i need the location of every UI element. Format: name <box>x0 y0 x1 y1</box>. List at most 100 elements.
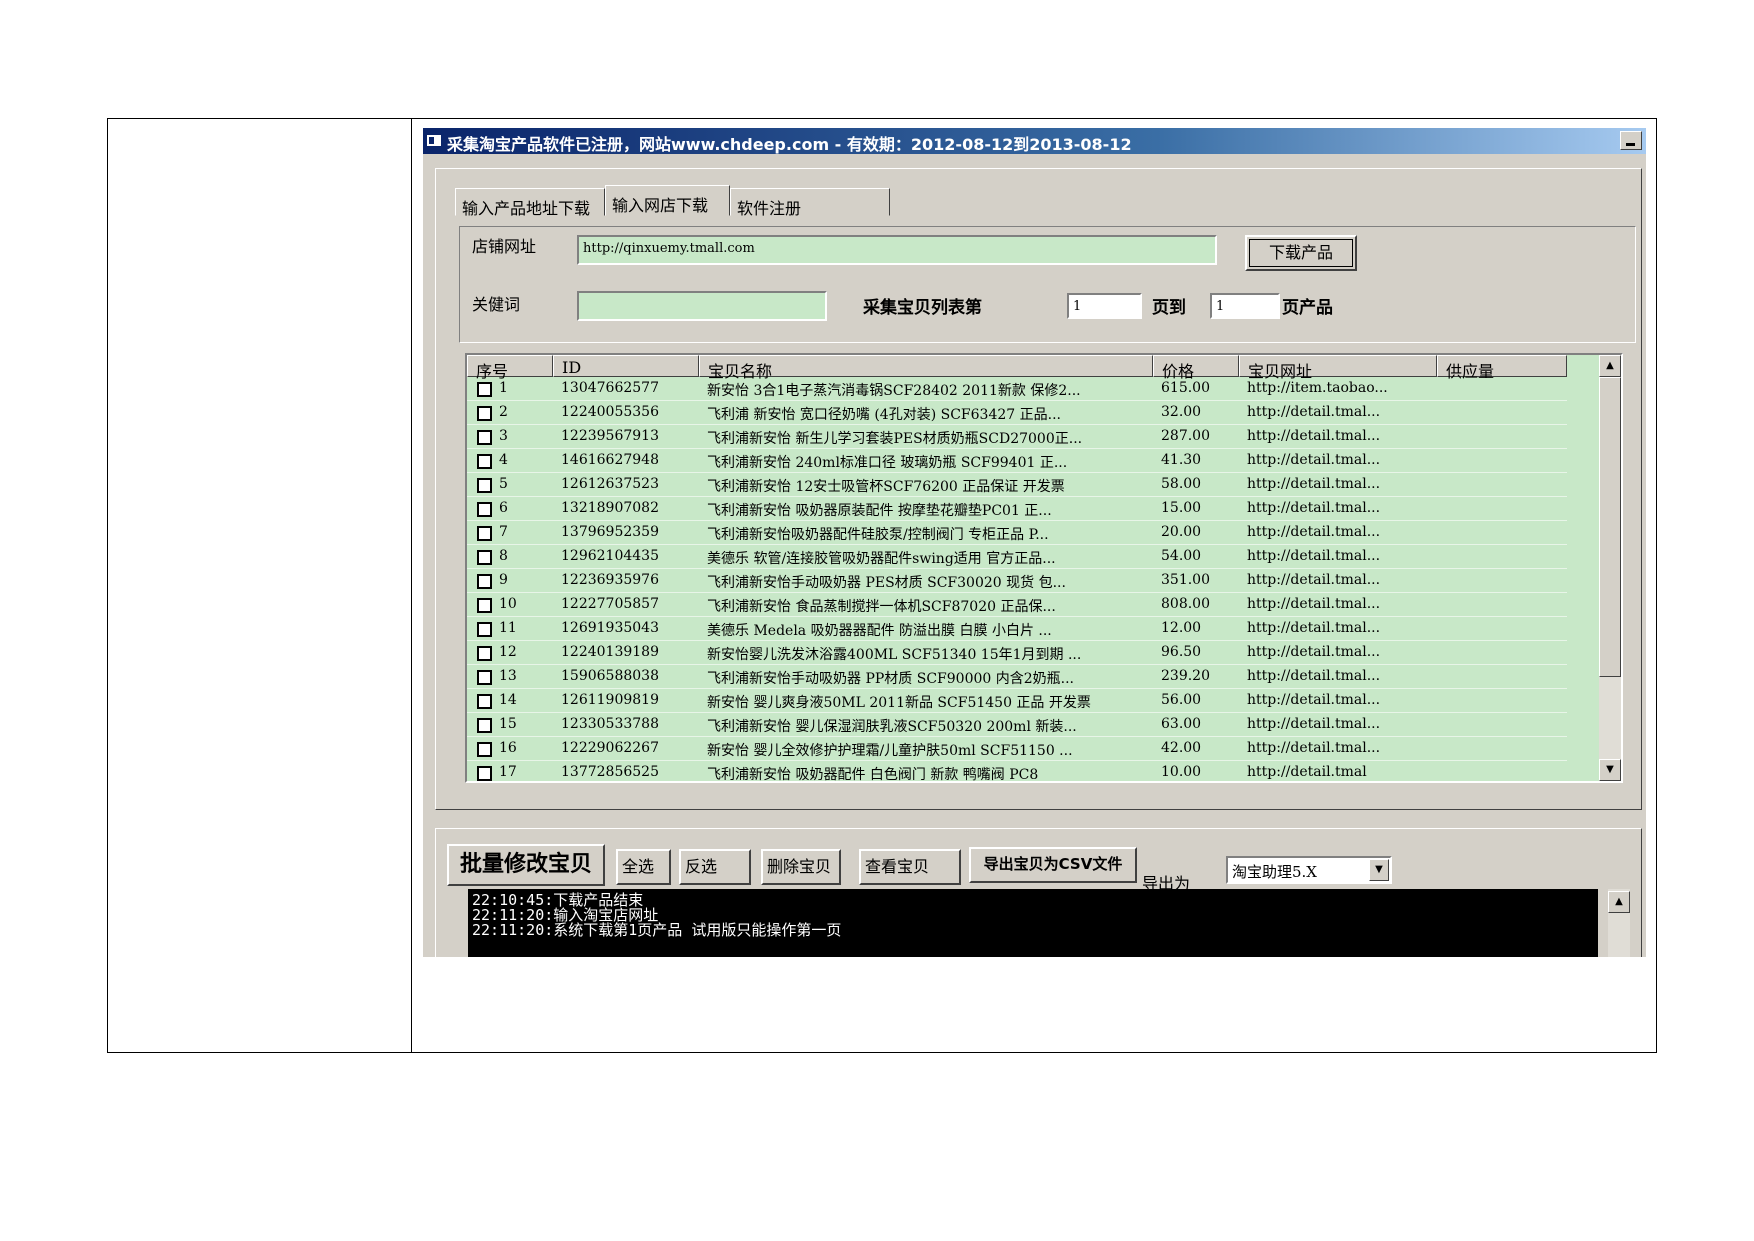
app-icon <box>426 134 442 147</box>
cell-name: 飞利浦新安怡吸奶器配件硅胶泵/控制阀门 专柜正品 P... <box>707 527 1049 543</box>
list-scrollbar[interactable]: ▲ ▼ <box>1599 355 1621 781</box>
shop-url-input[interactable]: http://qinxuemy.tmall.com <box>577 235 1217 265</box>
select-all-button[interactable]: 全选 <box>616 849 671 885</box>
table-row[interactable]: 4 14616627948 飞利浦新安怡 240ml标准口径 玻璃奶瓶 SCF994… <box>467 449 1567 473</box>
col-url[interactable]: 宝贝网址 <box>1239 355 1437 381</box>
scroll-thumb[interactable] <box>1599 377 1621 677</box>
row-checkbox[interactable] <box>477 670 492 685</box>
table-row[interactable]: 12 12240139189 新安怡婴儿洗发沐浴露400ML SCF51340 15… <box>467 641 1567 665</box>
shop-panel: 店铺网址 http://qinxuemy.tmall.com 下载产品 关健词 … <box>459 226 1636 343</box>
table-row[interactable]: 10 12227705857 飞利浦新安怡 食品蒸制搅拌一体机SCF87020 正品… <box>467 593 1567 617</box>
cell-name: 飞利浦新安怡手动吸奶器 PES材质 SCF30020 现货 包... <box>707 575 1066 591</box>
row-checkbox[interactable] <box>477 406 492 421</box>
view-items-button[interactable]: 查看宝贝 <box>859 849 961 885</box>
cell-price: 10.00 <box>1161 764 1202 780</box>
table-row[interactable]: 5 12612637523 飞利浦新安怡 12安士吸管杯SCF76200 正品保证 … <box>467 473 1567 497</box>
scroll-up-arrow-icon[interactable]: ▲ <box>1599 355 1621 377</box>
row-checkbox[interactable] <box>477 430 492 445</box>
cell-id: 13796952359 <box>561 524 659 540</box>
log-scroll-up-arrow-icon[interactable]: ▲ <box>1608 891 1630 913</box>
batch-edit-button[interactable]: 批量修改宝贝 <box>447 844 605 886</box>
cell-no: 3 <box>499 428 508 444</box>
col-id[interactable]: ID <box>553 355 699 377</box>
scroll-down-arrow-icon[interactable]: ▼ <box>1599 759 1621 781</box>
col-price[interactable]: 价格 <box>1153 355 1239 381</box>
row-checkbox[interactable] <box>477 646 492 661</box>
cell-url: http://item.taobao... <box>1247 380 1388 396</box>
cell-id: 14616627948 <box>561 452 659 468</box>
row-checkbox[interactable] <box>477 382 492 397</box>
col-name[interactable]: 宝贝名称 <box>699 355 1153 381</box>
table-row[interactable]: 14 12611909819 新安怡 婴儿爽身液50ML 2011新品 SCF514… <box>467 689 1567 713</box>
table-row[interactable]: 7 13796952359 飞利浦新安怡吸奶器配件硅胶泵/控制阀门 专柜正品 P..… <box>467 521 1567 545</box>
download-products-button[interactable]: 下载产品 <box>1245 235 1357 271</box>
cell-url: http://detail.tmal... <box>1247 500 1381 516</box>
cell-name: 飞利浦 新安怡 宽口径奶嘴 (4孔对装) SCF63427 正品... <box>707 407 1061 423</box>
table-row[interactable]: 11 12691935043 美德乐 Medela 吸奶器器配件 防溢出膜 白膜 小… <box>467 617 1567 641</box>
row-checkbox[interactable] <box>477 766 492 781</box>
cell-price: 96.50 <box>1161 644 1202 660</box>
table-row[interactable]: 15 12330533788 飞利浦新安怡 婴儿保湿润肤乳液SCF50320 200… <box>467 713 1567 737</box>
table-row[interactable]: 17 13772856525 飞利浦新安怡 吸奶器配件 白色阀门 新款 鸭嘴阀 PC… <box>467 761 1567 781</box>
table-row[interactable]: 16 12229062267 新安怡 婴儿全效修护护理霜/儿童护肤50ml SCF5… <box>467 737 1567 761</box>
cell-price: 239.20 <box>1161 668 1210 684</box>
product-list[interactable]: 序号 ID 宝贝名称 价格 宝贝网址 供应量 1 13047662577 新安怡 3… <box>465 353 1623 783</box>
cell-url: http://detail.tmal... <box>1247 692 1381 708</box>
dropdown-arrow-icon[interactable]: ▼ <box>1369 859 1389 881</box>
page-to-input[interactable]: 1 <box>1210 293 1280 319</box>
row-checkbox[interactable] <box>477 742 492 757</box>
row-checkbox[interactable] <box>477 598 492 613</box>
log-console: 22:10:45:下载产品结束 22:11:20:输入淘宝店网址 22:11:2… <box>468 889 1598 957</box>
table-row[interactable]: 9 12236935976 飞利浦新安怡手动吸奶器 PES材质 SCF30020 现… <box>467 569 1567 593</box>
invert-selection-button[interactable]: 反选 <box>679 849 751 885</box>
table-row[interactable]: 2 12240055356 飞利浦 新安怡 宽口径奶嘴 (4孔对装) SCF6342… <box>467 401 1567 425</box>
cell-no: 16 <box>499 740 517 756</box>
delete-items-button[interactable]: 删除宝贝 <box>761 849 841 885</box>
row-checkbox[interactable] <box>477 454 492 469</box>
row-checkbox[interactable] <box>477 526 492 541</box>
cell-url: http://detail.tmal... <box>1247 524 1381 540</box>
log-scrollbar[interactable]: ▲ <box>1608 889 1630 957</box>
row-checkbox[interactable] <box>477 718 492 733</box>
table-row[interactable]: 1 13047662577 新安怡 3合1电子蒸汽消毒锅SCF28402 2011新… <box>467 377 1567 401</box>
cell-name: 飞利浦新安怡 12安士吸管杯SCF76200 正品保证 开发票 <box>707 479 1065 495</box>
export-csv-button[interactable]: 导出宝贝为CSV文件 <box>969 847 1137 883</box>
col-supply[interactable]: 供应量 <box>1437 355 1567 381</box>
page-from-input[interactable]: 1 <box>1067 293 1142 319</box>
log-line: 22:11:20:系统下载第1页产品 试用版只能操作第一页 <box>472 921 842 939</box>
cell-url: http://detail.tmal... <box>1247 740 1381 756</box>
tab-shop-download[interactable]: 输入网店下载 <box>605 185 730 216</box>
row-checkbox[interactable] <box>477 622 492 637</box>
tab-product-url[interactable]: 输入产品地址下载 <box>455 188 605 218</box>
table-row[interactable]: 6 13218907082 飞利浦新安怡 吸奶器原装配件 按摩垫花瓣垫PC01 正.… <box>467 497 1567 521</box>
col-no[interactable]: 序号 <box>467 355 553 381</box>
row-checkbox[interactable] <box>477 478 492 493</box>
tab-register[interactable]: 软件注册 <box>730 188 890 218</box>
keyword-input[interactable] <box>577 291 827 321</box>
cell-id: 12236935976 <box>561 572 659 588</box>
cell-url: http://detail.tmal... <box>1247 476 1381 492</box>
cell-price: 615.00 <box>1161 380 1210 396</box>
cell-name: 飞利浦新安怡 婴儿保湿润肤乳液SCF50320 200ml 新装... <box>707 719 1077 735</box>
export-format-select[interactable]: 淘宝助理5.X ▼ <box>1226 856 1392 884</box>
cell-name: 飞利浦新安怡 新生儿学习套装PES材质奶瓶SCD27000正... <box>707 431 1083 447</box>
app-window: 采集淘宝产品软件已注册，网站www.chdeep.com - 有效期：2012-… <box>423 128 1646 957</box>
cell-no: 1 <box>499 380 508 396</box>
cell-no: 6 <box>499 500 508 516</box>
cell-price: 15.00 <box>1161 500 1202 516</box>
table-row[interactable]: 13 15906588038 飞利浦新安怡手动吸奶器 PP材质 SCF90000 内… <box>467 665 1567 689</box>
table-row[interactable]: 8 12962104435 美德乐 软管/连接胶管吸奶器配件swing适用 官方正品… <box>467 545 1567 569</box>
cell-id: 12239567913 <box>561 428 659 444</box>
row-checkbox[interactable] <box>477 502 492 517</box>
cell-id: 13772856525 <box>561 764 659 780</box>
cell-price: 42.00 <box>1161 740 1202 756</box>
cell-no: 10 <box>499 596 517 612</box>
row-checkbox[interactable] <box>477 694 492 709</box>
table-row[interactable]: 3 12239567913 飞利浦新安怡 新生儿学习套装PES材质奶瓶SCD2700… <box>467 425 1567 449</box>
shop-url-label: 店铺网址 <box>472 237 537 256</box>
row-checkbox[interactable] <box>477 574 492 589</box>
minimize-button[interactable] <box>1620 131 1642 150</box>
cell-name: 飞利浦新安怡 吸奶器原装配件 按摩垫花瓣垫PC01 正... <box>707 503 1052 519</box>
row-checkbox[interactable] <box>477 550 492 565</box>
title-bar[interactable]: 采集淘宝产品软件已注册，网站www.chdeep.com - 有效期：2012-… <box>423 128 1646 154</box>
